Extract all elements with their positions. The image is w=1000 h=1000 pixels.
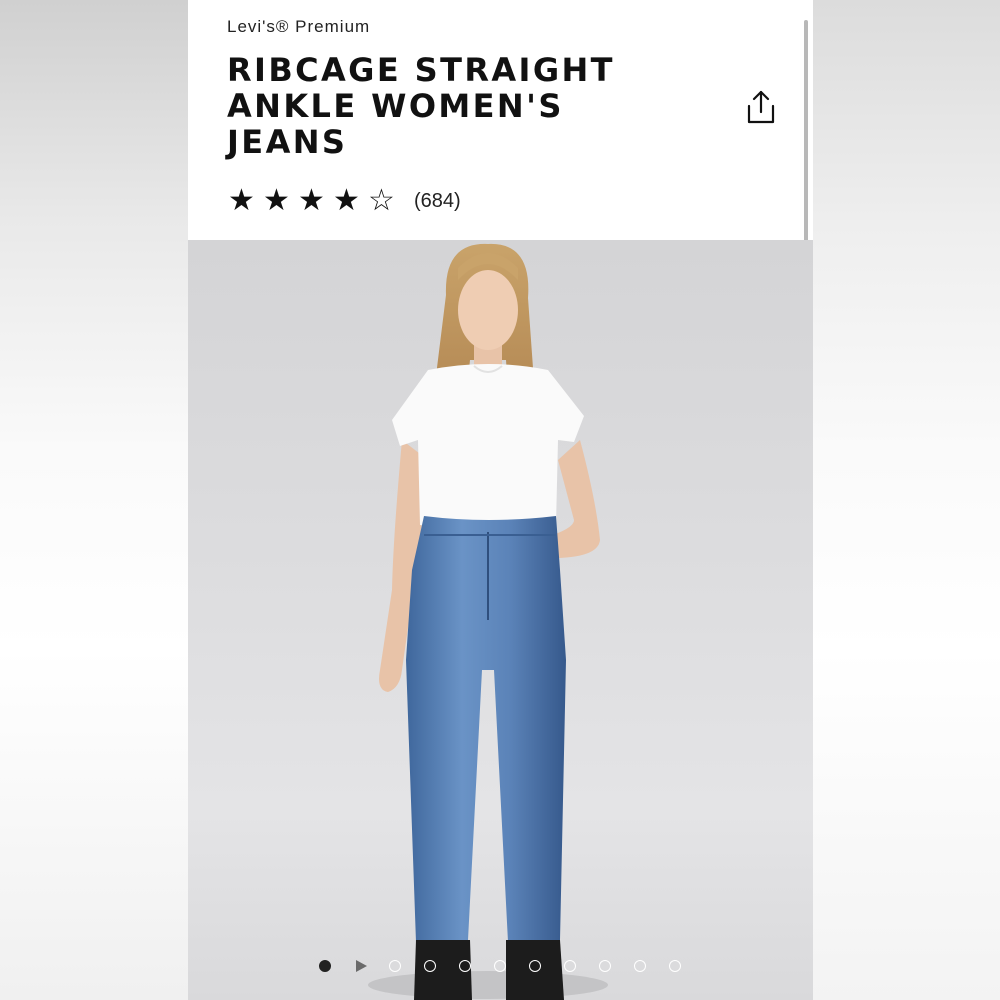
review-count[interactable]: (684)	[414, 190, 461, 213]
star-filled-icon: ★	[333, 183, 360, 218]
gallery-dot[interactable]	[494, 960, 506, 972]
gallery-dot[interactable]	[599, 960, 611, 972]
rating-row[interactable]: ★ ★ ★ ★ ☆ (684)	[227, 184, 461, 218]
product-image[interactable]	[188, 240, 813, 1000]
star-empty-icon: ☆	[368, 183, 395, 218]
gallery-pagination	[188, 960, 813, 974]
left-backdrop	[0, 0, 188, 1000]
gallery-dot[interactable]	[634, 960, 646, 972]
right-backdrop	[812, 0, 1000, 1000]
star-filled-icon: ★	[298, 183, 325, 218]
gallery-dot[interactable]	[459, 960, 471, 972]
star-rating: ★ ★ ★ ★ ☆	[227, 186, 396, 216]
gallery-dot[interactable]	[424, 960, 436, 972]
gallery-dot[interactable]	[319, 960, 331, 972]
gallery-dot[interactable]	[669, 960, 681, 972]
share-icon[interactable]	[744, 89, 778, 125]
gallery-dot[interactable]	[389, 960, 401, 972]
gallery-dot[interactable]	[564, 960, 576, 972]
product-header: Levi's® Premium RIBCAGE STRAIGHT ANKLE W…	[188, 0, 813, 240]
scrollbar[interactable]	[804, 20, 808, 252]
model-wearing-jeans-photo	[368, 243, 608, 1000]
gallery-video-dot[interactable]	[354, 960, 368, 972]
gallery-dot[interactable]	[529, 960, 541, 972]
star-filled-icon: ★	[263, 183, 290, 218]
product-title: RIBCAGE STRAIGHT ANKLE WOMEN'S JEANS	[227, 51, 615, 161]
star-filled-icon: ★	[228, 183, 255, 218]
brand-name[interactable]: Levi's® Premium	[227, 17, 370, 37]
product-page: Levi's® Premium RIBCAGE STRAIGHT ANKLE W…	[188, 0, 813, 1000]
